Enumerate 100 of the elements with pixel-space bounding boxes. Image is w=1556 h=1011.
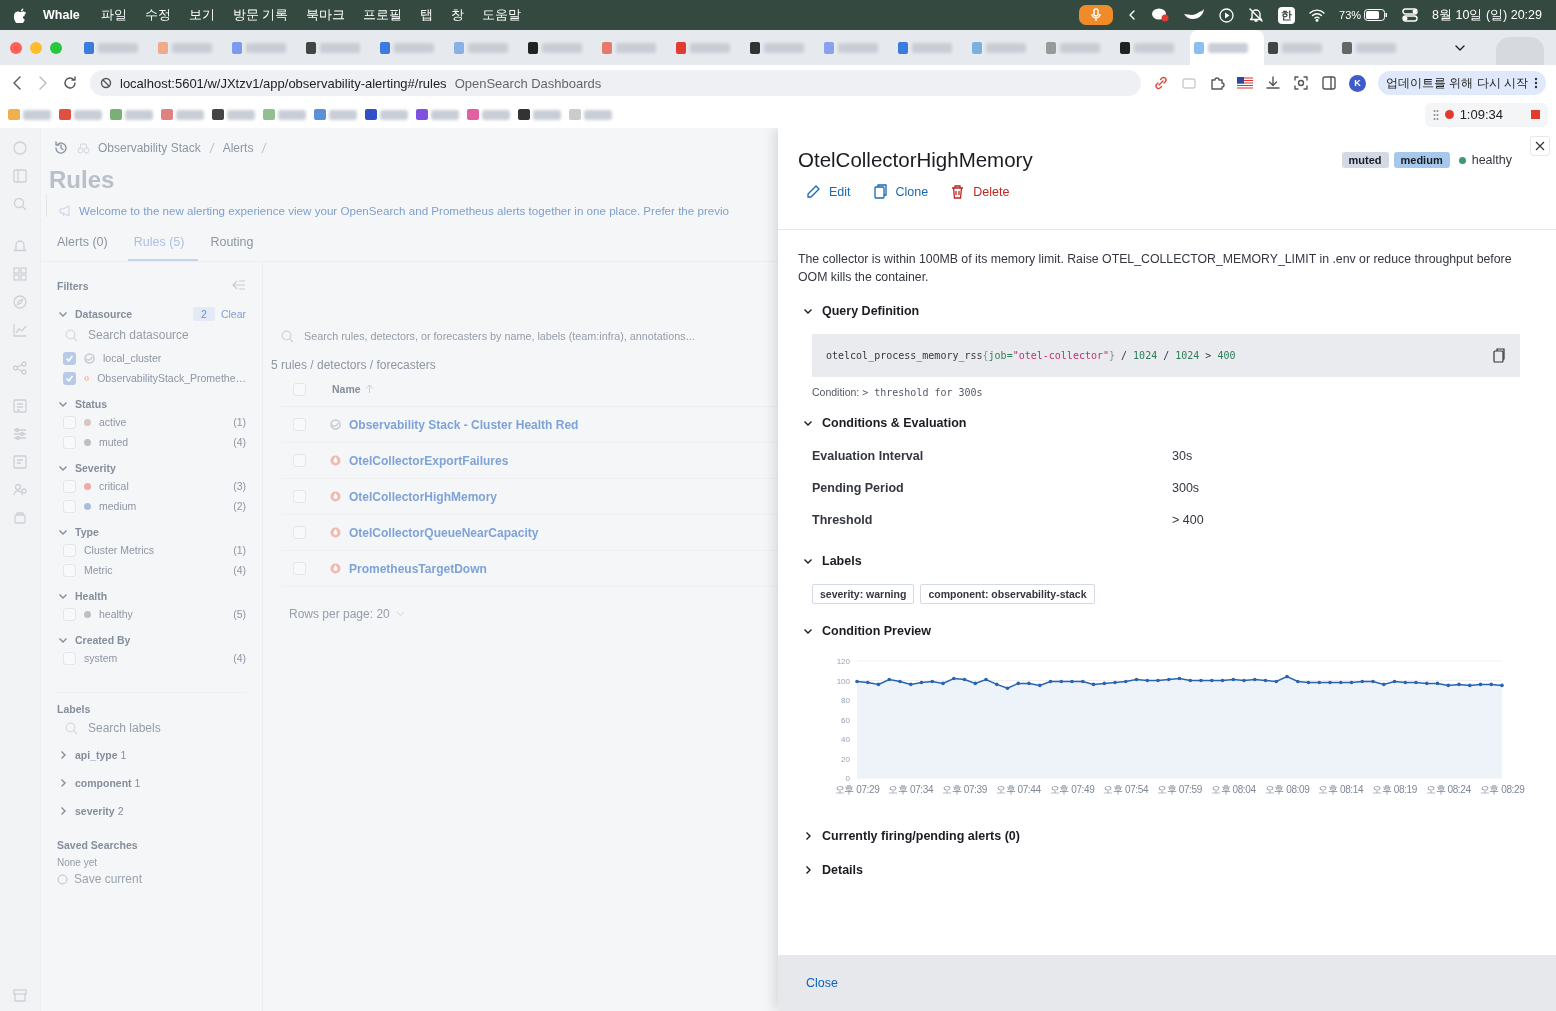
blurred-bookmark-title[interactable] [74, 109, 102, 120]
chat-icon[interactable] [1151, 7, 1170, 23]
menu-item[interactable]: 방문 기록 [223, 6, 298, 24]
section-header[interactable]: Query Definition [798, 302, 920, 320]
rule-link[interactable]: OtelCollectorHighMemory [349, 489, 498, 504]
filter-option[interactable]: system [84, 652, 118, 664]
filter-option[interactable]: critical [99, 480, 129, 492]
rule-link[interactable]: OtelCollectorExportFailures [349, 453, 509, 468]
window-minimize-button[interactable] [30, 41, 42, 54]
briefcase-icon[interactable] [12, 510, 28, 526]
profile-tab[interactable] [1496, 37, 1544, 65]
bookmark-favicon[interactable] [212, 109, 224, 120]
search-field[interactable]: Search datasource [88, 328, 246, 342]
section-header[interactable]: Labels [798, 552, 862, 570]
menu-item[interactable]: 파일 [91, 6, 136, 24]
blurred-bookmark-title[interactable] [23, 109, 51, 120]
window-zoom-button[interactable] [50, 41, 62, 54]
battery-status[interactable]: 73% [1339, 9, 1389, 21]
download-icon[interactable] [1265, 75, 1281, 91]
column-header[interactable]: Name [332, 383, 361, 395]
window-close-button[interactable] [10, 41, 22, 54]
checkbox[interactable] [63, 371, 76, 385]
filter-option[interactable]: Cluster Metrics [84, 544, 154, 556]
filter-group-title[interactable]: Health [75, 590, 108, 602]
recording-indicator[interactable]: 1:09:34 [1424, 102, 1548, 127]
label-key[interactable]: api_type [75, 749, 118, 761]
microphone-indicator[interactable] [1079, 5, 1114, 25]
section-header[interactable]: Conditions & Evaluation [798, 414, 967, 432]
app-name[interactable]: Whale [27, 8, 92, 22]
blurred-bookmark-title[interactable] [431, 109, 459, 120]
profile-avatar[interactable]: K [1349, 74, 1366, 92]
filter-group-title[interactable]: Type [75, 526, 99, 538]
filter-option[interactable]: muted [99, 436, 129, 448]
rule-link[interactable]: PrometheusTargetDown [349, 561, 487, 576]
bookmark-favicon[interactable] [416, 109, 428, 120]
compass-icon[interactable] [12, 294, 28, 310]
search-field[interactable]: Search rules, detectors, or forecasters by name, labels (team:infra), annotations... [304, 330, 695, 342]
close-button[interactable]: Close [806, 976, 838, 990]
checkbox[interactable] [63, 351, 76, 365]
menu-item[interactable]: 북마크 [297, 6, 355, 24]
play-icon[interactable] [1219, 7, 1235, 23]
blurred-bookmark-title[interactable] [278, 109, 306, 120]
blurred-bookmark-title[interactable] [125, 109, 153, 120]
bell-icon[interactable] [12, 238, 28, 254]
grid-icon[interactable] [12, 266, 28, 282]
section-header[interactable]: Condition Preview [798, 622, 932, 640]
copy-icon[interactable] [1492, 348, 1506, 363]
puzzle-icon[interactable] [1209, 75, 1225, 91]
input-source[interactable]: 한 [1278, 6, 1296, 24]
filter-option[interactable]: active [99, 416, 127, 428]
breadcrumb[interactable]: Alerts [222, 141, 254, 155]
reload-icon[interactable] [62, 75, 78, 91]
share-icon[interactable] [12, 360, 28, 376]
tab[interactable]: Rules (5) [127, 231, 199, 261]
filter-option[interactable]: medium [99, 500, 137, 512]
search-icon[interactable] [12, 196, 28, 212]
apple-icon[interactable] [14, 7, 27, 23]
filter-option[interactable]: local_cluster [103, 352, 162, 364]
grip-icon[interactable] [1432, 108, 1439, 121]
close-icon[interactable] [1530, 136, 1550, 156]
rule-link[interactable]: Observability Stack - Cluster Health Red [349, 417, 579, 432]
label-key[interactable]: component [75, 777, 132, 789]
note-icon[interactable] [12, 454, 28, 470]
chart-icon[interactable] [12, 322, 28, 338]
clock[interactable]: 8월 10일 (일) 20:29 [1432, 6, 1542, 24]
sliders-icon[interactable] [12, 426, 28, 442]
menu-item[interactable]: 수정 [135, 6, 180, 24]
link-icon[interactable] [1153, 75, 1169, 91]
flag-icon[interactable] [1237, 77, 1253, 89]
menu-item[interactable]: 탭 [411, 6, 443, 24]
action-button[interactable]: Delete [950, 184, 1010, 199]
screenshot-icon[interactable] [1293, 75, 1309, 91]
filter-group-title[interactable]: Created By [75, 634, 131, 646]
clear-link[interactable]: Clear [220, 308, 246, 320]
breadcrumb[interactable]: Observability Stack [98, 141, 201, 155]
filter-option[interactable]: Metric [84, 564, 113, 576]
blurred-bookmark-title[interactable] [329, 109, 357, 120]
section-header[interactable]: Currently firing/pending alerts (0) [798, 827, 1020, 845]
menu-item[interactable]: 프로필 [354, 6, 412, 24]
save-current-button[interactable]: Save current [57, 872, 143, 886]
logo-icon[interactable] [12, 140, 28, 156]
update-button[interactable]: 업데이트를 위해 다시 시작 [1378, 71, 1546, 95]
panel-icon[interactable] [12, 168, 28, 184]
rule-link[interactable]: OtelCollectorQueueNearCapacity [349, 525, 539, 540]
collapse-icon[interactable] [232, 280, 246, 290]
users-icon[interactable] [12, 482, 28, 498]
tab[interactable]: Routing [204, 231, 268, 261]
archive-icon[interactable] [12, 987, 28, 1003]
bookmark-favicon[interactable] [518, 109, 530, 120]
rows-per-page-button[interactable]: Rows per page: 20 [289, 607, 405, 621]
bookmark-favicon[interactable] [365, 109, 377, 120]
stop-icon[interactable] [1531, 110, 1540, 119]
sidebar-icon[interactable] [1321, 75, 1337, 91]
filter-group-title[interactable]: Status [75, 398, 108, 410]
label-key[interactable]: severity [75, 805, 115, 817]
menu-item[interactable]: 창 [442, 6, 474, 24]
blurred-bookmark-title[interactable] [482, 109, 510, 120]
tab[interactable]: Alerts (0) [51, 231, 122, 261]
menu-item[interactable]: 보기 [179, 6, 224, 24]
sort-icon[interactable] [364, 384, 374, 394]
